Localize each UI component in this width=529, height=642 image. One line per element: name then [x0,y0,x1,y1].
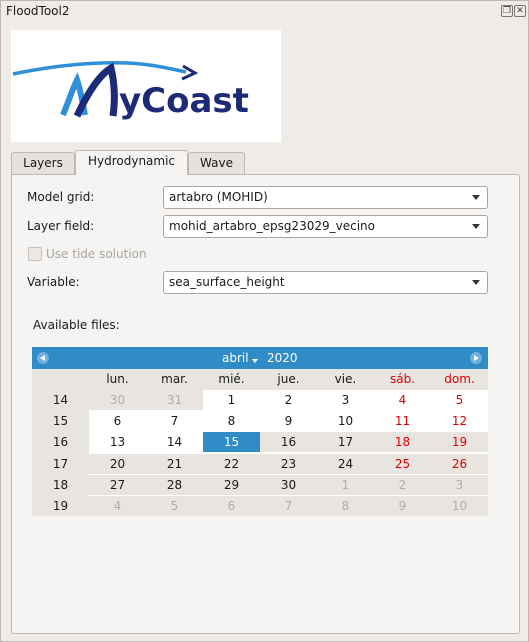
calendar-day[interactable]: 4 [89,496,146,516]
calendar-day[interactable]: 3 [317,390,374,410]
calendar-day[interactable]: 5 [146,496,203,516]
calendar-day[interactable]: 11 [374,411,431,432]
svg-text:yCoast: yCoast [119,81,249,121]
calendar-day[interactable]: 5 [431,390,488,410]
available-files-label: Available files: [33,318,120,332]
layer-field-value: mohid_artabro_epsg23029_vecino [169,219,375,233]
layer-field-label: Layer field: [27,219,95,233]
calendar-day[interactable]: 8 [317,496,374,516]
calendar-day[interactable]: 18 [374,432,431,453]
model-grid-select[interactable]: artabro (MOHID) [163,186,488,209]
calendar-day[interactable]: 26 [431,453,488,474]
calendar-day[interactable]: 7 [146,411,203,432]
layer-field-select[interactable]: mohid_artabro_epsg23029_vecino [163,215,488,238]
calendar-day[interactable]: 21 [146,453,203,474]
week-number: 14 [52,393,69,407]
chevron-down-icon [472,224,480,229]
calendar-day[interactable]: 25 [374,453,431,474]
model-grid-value: artabro (MOHID) [169,190,268,204]
month-dropdown-icon[interactable] [252,359,258,363]
calendar-day[interactable]: 2 [260,390,317,410]
calendar-day[interactable]: 9 [374,496,431,516]
calendar-month[interactable]: abril [222,351,249,365]
tab-wave[interactable]: Wave [188,152,245,174]
week-number: 16 [52,435,69,450]
float-icon[interactable]: ❐ [501,5,513,17]
calendar-day[interactable]: 1 [203,390,260,410]
calendar-day[interactable]: 8 [203,411,260,432]
calendar-day-selected[interactable]: 15 [203,432,260,453]
calendar-day[interactable]: 28 [146,474,203,495]
calendar-day[interactable]: 29 [203,474,260,495]
calendar-day[interactable]: 6 [89,411,146,432]
use-tide-checkbox[interactable] [28,247,42,261]
tab-hydrodynamic[interactable]: Hydrodynamic [75,150,188,175]
chevron-down-icon [472,195,480,200]
weekday-label: mar. [161,372,188,386]
calendar-day[interactable]: 10 [431,496,488,516]
use-tide-label: Use tide solution [46,247,147,261]
weekday-label: vie. [334,372,357,386]
calendar-day[interactable]: 10 [317,411,374,432]
calendar-day[interactable]: 16 [260,432,317,453]
calendar-day[interactable]: 6 [203,496,260,516]
variable-value: sea_surface_height [169,275,285,289]
calendar-day[interactable]: 23 [260,453,317,474]
weekday-label: jue. [277,372,300,386]
weekday-label: sáb. [389,372,416,386]
window-frame: FloodTool2 ❐ ✕ yCoast Layers Hydrodynami… [0,0,529,642]
next-month-icon[interactable] [470,352,482,364]
variable-select[interactable]: sea_surface_height [163,271,488,294]
calendar-day[interactable]: 22 [203,453,260,474]
week-number: 19 [52,499,69,513]
calendar-year[interactable]: 2020 [267,351,298,365]
calendar-day[interactable]: 27 [89,474,146,495]
prev-month-icon[interactable] [37,352,49,364]
calendar-day[interactable]: 20 [89,453,146,474]
calendar-day[interactable]: 4 [374,390,431,410]
calendar-day[interactable]: 7 [260,496,317,516]
chevron-down-icon [472,280,480,285]
calendar-day[interactable]: 2 [374,474,431,495]
calendar-day[interactable]: 24 [317,453,374,474]
calendar: abril 2020 lun. mar. mié. jue. vie. sáb. dom. 1… [32,347,488,516]
hydrodynamic-panel: Model grid: artabro (MOHID) Layer field:… [11,174,520,634]
calendar-header: abril 2020 [32,347,488,369]
calendar-day[interactable]: 19 [431,432,488,453]
calendar-day[interactable]: 13 [89,432,146,453]
variable-label: Variable: [27,275,80,289]
calendar-day[interactable]: 30 [89,390,146,410]
weekday-label: mié. [218,372,245,386]
model-grid-label: Model grid: [27,190,95,204]
mycoast-logo: yCoast [11,30,281,142]
week-number: 15 [52,414,69,429]
calendar-day[interactable]: 14 [146,432,203,453]
calendar-day[interactable]: 31 [146,390,203,410]
window-title: FloodTool2 [6,4,70,18]
weekday-label: lun. [106,372,129,386]
calendar-day[interactable]: 17 [317,432,374,453]
close-icon[interactable]: ✕ [514,5,526,17]
tab-layers[interactable]: Layers [11,152,75,174]
calendar-day[interactable]: 3 [431,474,488,495]
title-bar: FloodTool2 ❐ ✕ [1,1,528,21]
calendar-day[interactable]: 30 [260,474,317,495]
weekday-label: dom. [444,372,475,386]
week-number: 18 [52,477,69,492]
calendar-day[interactable]: 12 [431,411,488,432]
week-number: 17 [52,456,69,471]
calendar-day[interactable]: 1 [317,474,374,495]
calendar-day[interactable]: 9 [260,411,317,432]
